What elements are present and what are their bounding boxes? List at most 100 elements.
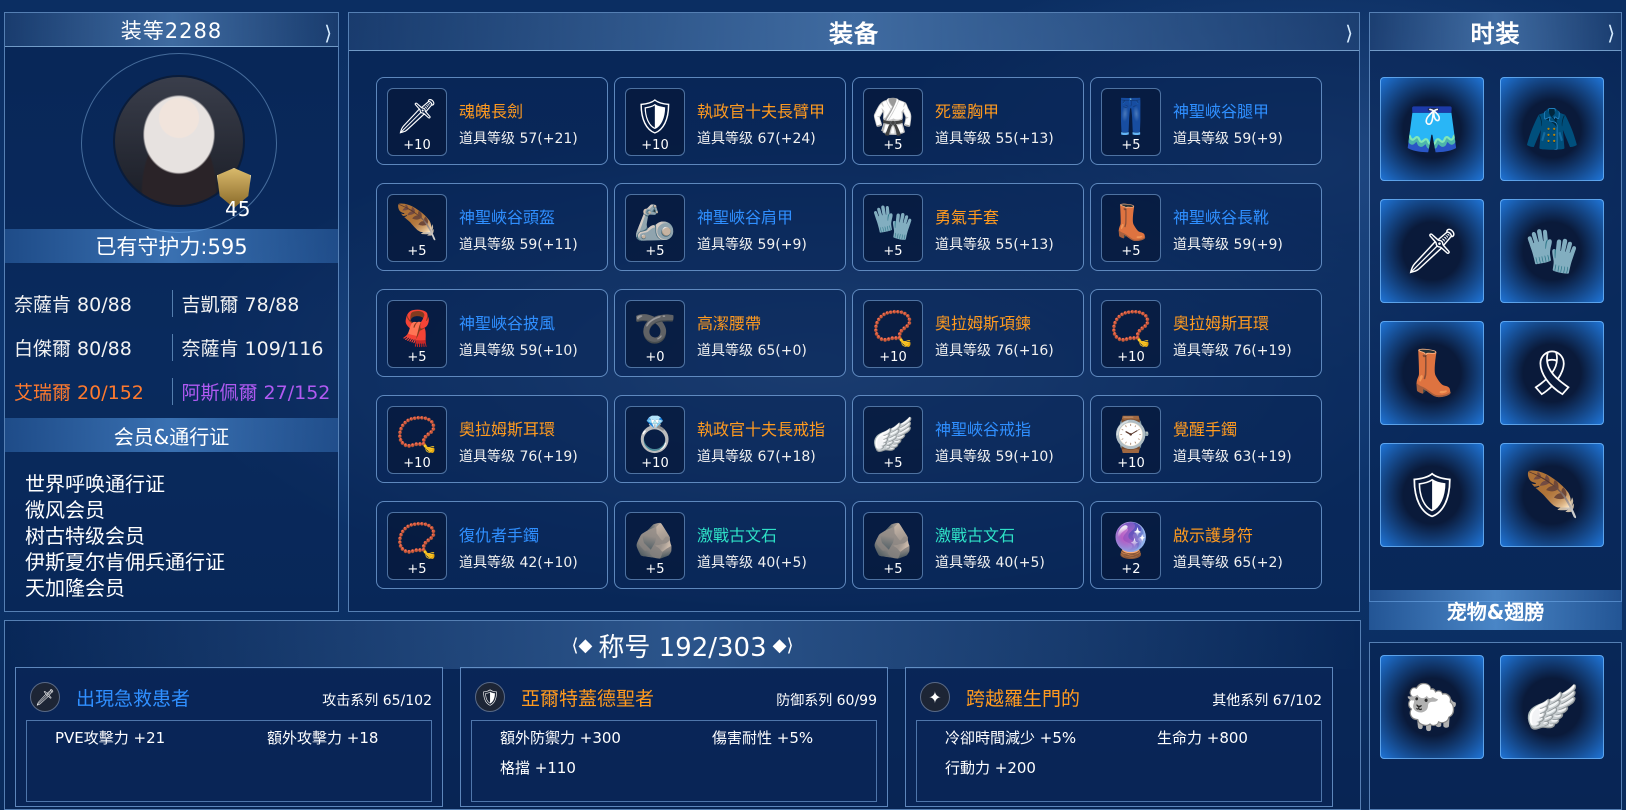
costume-gloves-icon[interactable]: 🧤 [1500,199,1604,303]
item-level: 道具等级 59(+11) [459,237,578,253]
item-level: 道具等级 59(+10) [935,449,1054,465]
equipment-slot[interactable]: 💍 +10 執政官十夫長戒指 道具等级 67(+18) [614,395,846,483]
equipment-slot[interactable]: 📿 +10 奧拉姆斯項鍊 道具等级 76(+16) [852,289,1084,377]
item-name: 執政官十夫長臂甲 [697,102,826,121]
item-icon-slot[interactable]: 🔮 +2 [1101,512,1161,580]
gear-score-label: 装等2288 [120,18,223,43]
item-icon-slot[interactable]: 🧤 +5 [863,194,923,262]
equipment-slot[interactable]: 🧤 +5 勇氣手套道具等级 55(+13) [852,183,1084,271]
sword-icon: 🗡 [395,97,439,137]
item-name: 奧拉姆斯耳環 [1173,314,1270,333]
enhance-level: +10 [1117,350,1145,365]
title-card[interactable]: 🛡 亞爾特蓋德聖者 防御系列 60/99 額外防禦力 +300 傷害耐性 +5% 格擋 +… [460,667,888,807]
title-effect: 傷害耐性 +5% [712,729,814,747]
equipment-slot[interactable]: 🪶 +5 神聖峽谷頭盔 道具等级 59(+11) [376,183,608,271]
equipment-slot[interactable]: 🗡 +10 魂魄長劍 道具等级 57(+21) [376,77,608,165]
item-icon-slot[interactable]: 🧣 +5 [387,300,447,368]
item-icon-slot[interactable]: 🪨 +5 [863,512,923,580]
item-icon-slot[interactable]: 📿 +10 [387,406,447,474]
enhance-level: +10 [641,138,669,153]
membership-item: 微风会员 [25,498,105,522]
stat-row: 艾瑞爾 20/152 阿斯佩爾 27/152 [5,369,338,413]
costume-top-icon[interactable]: 🧥 [1500,77,1604,181]
bracelet-icon: ⌚ [1109,415,1153,455]
diamond-right-icon: ◆⟩ [772,634,794,656]
item-name: 覺醒手鐲 [1173,420,1238,439]
item-icon-slot[interactable]: 🛡 +10 [625,88,685,156]
item-icon-slot[interactable]: 👖 +5 [1101,88,1161,156]
membership-item: 世界呼唤通行证 [25,472,165,496]
membership-item: 树古特级会员 [25,524,145,548]
costume-boots-icon[interactable]: 👢 [1380,321,1484,425]
equipment-slot[interactable]: 📿 +5 復仇者手鐲 道具等级 42(+10) [376,501,608,589]
equipment-slot[interactable]: 🪨 +5 激戰古文石 道具等级 40(+5) [614,501,846,589]
chevron-right-icon: ⟩ [1345,21,1353,45]
necklace-icon: 📿 [871,309,915,349]
helmet-icon: 🪶 [395,203,439,243]
equipment-slot[interactable]: 🥋 +5 死靈胸甲 道具等级 55(+13) [852,77,1084,165]
gear-score-header: 装等2288 [5,13,338,47]
enhance-level: +10 [879,350,907,365]
item-level: 道具等级 67(+24) [697,131,816,147]
item-level: 道具等级 55(+13) [935,237,1054,253]
title-card[interactable]: 🗡 出現急救患者 攻击系列 65/102 PVE攻擊力 +21 額外攻擊力 +18 [15,667,443,807]
item-level: 道具等级 76(+19) [459,449,578,465]
equipment-slot[interactable]: 🛡 +10 執政官十夫長臂甲 道具等级 67(+24) [614,77,846,165]
equipment-slot[interactable]: 🦾 +5 神聖峽谷肩甲 道具等级 59(+9) [614,183,846,271]
equipment-slot[interactable]: 🪽 +5 神聖峽谷戒指 道具等级 59(+10) [852,395,1084,483]
guardian-power-label: 已有守护力:595 [95,235,248,259]
equipment-slot[interactable]: 📿 +10 奧拉姆斯耳環道具等级 76(+19) [376,395,608,483]
pet-icon[interactable]: 🐑 [1380,655,1484,759]
equipment-slot[interactable]: ⌚ +10 覺醒手鐲 道具等级 63(+19) [1090,395,1322,483]
enhance-level: +5 [883,562,903,577]
title-effects-box: PVE攻擊力 +21 額外攻擊力 +18 [26,720,432,802]
title-card[interactable]: ✦ 跨越羅生門的 其他系列 67/102 冷卻時間減少 +5% 生命力 +800 行動力 … [905,667,1333,807]
costume-shoulder-icon[interactable]: 🛡 [1380,443,1484,547]
stat-item: 阿斯佩爾 27/152 [171,377,339,405]
title-effect: 生命力 +800 [1157,729,1248,747]
item-icon-slot[interactable]: 🪽 +5 [863,406,923,474]
item-icon-slot[interactable]: 📿 +10 [863,300,923,368]
item-level: 道具等级 59(+9) [1173,237,1283,253]
item-icon-slot[interactable]: 🪶 +5 [387,194,447,262]
costume-weapon-icon[interactable]: 🗡 [1380,199,1484,303]
equipment-slot[interactable]: 🪨 +5 激戰古文石 道具等级 40(+5) [852,501,1084,589]
item-icon-slot[interactable]: 🥋 +5 [863,88,923,156]
costume-pants-icon[interactable]: 🩳 [1380,77,1484,181]
enhance-level: +5 [883,244,903,259]
character-panel: 装等2288 ⟩ 45 已有守护力:595 奈薩肯 80/88 吉凱爾 78/8… [4,12,339,612]
equipment-slot[interactable]: 🔮 +2 啟示護身符 道具等级 65(+2) [1090,501,1322,589]
item-icon-slot[interactable]: 🪨 +5 [625,512,685,580]
star-emblem-icon: ✦ [920,682,950,712]
item-icon-slot[interactable]: ⌚ +10 [1101,406,1161,474]
cape-icon: 🧣 [395,309,439,349]
equipment-slot[interactable]: 📿 +10 奧拉姆斯耳環 道具等级 76(+19) [1090,289,1322,377]
equipment-slot[interactable]: ➰ +0 高潔腰帶 道具等级 65(+0) [614,289,846,377]
item-icon-slot[interactable]: 💍 +10 [625,406,685,474]
equipment-panel: 装备 ⟩ 🗡 +10 魂魄長劍 道具等级 57(+21) 🛡 +10 執政官十夫長臂甲 道具等… [348,12,1360,612]
item-icon-slot[interactable]: 📿 +5 [387,512,447,580]
title-effects-box: 額外防禦力 +300 傷害耐性 +5% 格擋 +110 [471,720,877,802]
item-icon-slot[interactable]: ➰ +0 [625,300,685,368]
rune-stone-icon: 🪨 [633,521,677,561]
item-icon-slot[interactable]: 📿 +10 [1101,300,1161,368]
item-level: 道具等级 59(+9) [1173,131,1283,147]
rune-stone-icon: 🪨 [871,521,915,561]
item-name: 奧拉姆斯耳環 [459,420,556,439]
item-icon-slot[interactable]: 🗡 +10 [387,88,447,156]
item-icon-slot[interactable]: 🦾 +5 [625,194,685,262]
item-name: 啟示護身符 [1173,526,1254,545]
equipment-slot[interactable]: 👖 +5 神聖峽谷腿甲 道具等级 59(+9) [1090,77,1322,165]
wings-icon[interactable]: 🪽 [1500,655,1604,759]
item-name: 勇氣手套 [935,208,1000,227]
costume-cape-icon[interactable]: 🎗 [1500,321,1604,425]
item-icon-slot[interactable]: 👢 +5 [1101,194,1161,262]
avatar-area[interactable]: 45 [81,53,277,233]
costume-accessory-icon[interactable]: 🪶 [1500,443,1604,547]
equipment-slot[interactable]: 👢 +5 神聖峽谷長靴 道具等级 59(+9) [1090,183,1322,271]
equipment-slot[interactable]: 🧣 +5 神聖峽谷披風 道具等级 59(+10) [376,289,608,377]
item-name: 執政官十夫長戒指 [697,420,826,439]
enhance-level: +5 [407,350,427,365]
title-category: 防御系列 60/99 [776,693,877,709]
enhance-level: +10 [641,456,669,471]
